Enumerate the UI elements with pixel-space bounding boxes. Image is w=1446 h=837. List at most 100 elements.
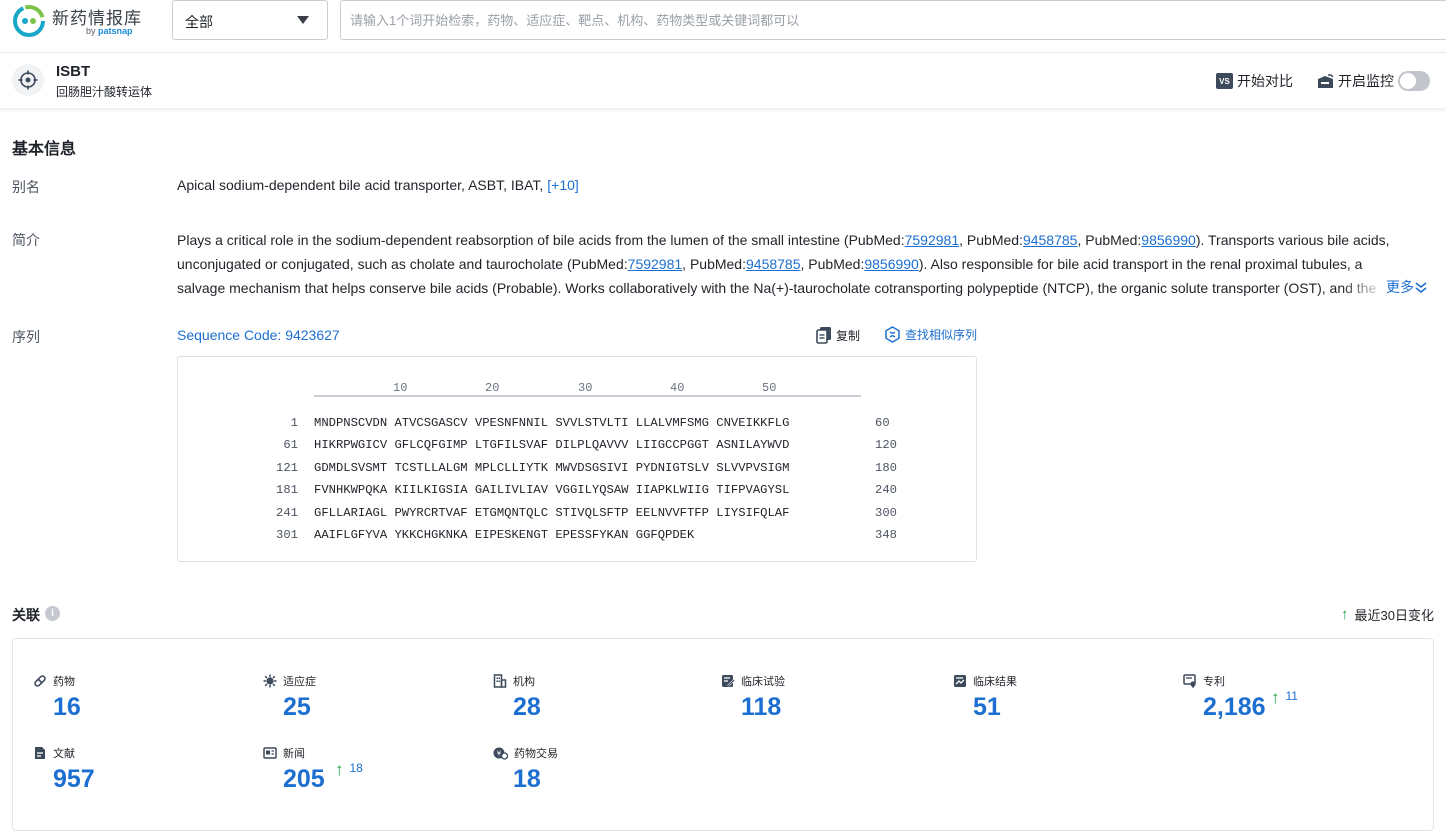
- brand-logo-icon: [13, 5, 45, 37]
- intro-more-label: 更多: [1386, 279, 1414, 295]
- monitor-toggle-switch[interactable]: [1398, 71, 1430, 91]
- clinical-result-icon: [954, 675, 966, 687]
- sequence-row-start: 61: [283, 438, 298, 452]
- stat-value: 205: [283, 765, 325, 793]
- sequence-row: 301 AAIFLGFYVA YKKCHGKNKA EIPESKENGT EPE…: [178, 528, 976, 548]
- sequence-row-start: 181: [276, 483, 298, 497]
- stat-value: 51: [973, 693, 1001, 721]
- pubmed-link[interactable]: 9458785: [1023, 232, 1078, 248]
- sequence-row-end: 300: [875, 506, 897, 520]
- stat-news[interactable]: 新闻 205 ↑ 18: [263, 745, 483, 807]
- target-name: ISBT: [56, 63, 91, 80]
- document-icon: [35, 747, 45, 759]
- sequence-ruler: [314, 395, 861, 397]
- top-bar: 新药情报库 by patsnap 全部: [0, 0, 1446, 52]
- sequence-row-end: 120: [875, 438, 897, 452]
- up-arrow-icon: ↑: [1341, 606, 1349, 623]
- enable-monitor-label: 开启监控: [1338, 73, 1394, 89]
- sequence-row: 241 GFLLARIAGL PWYRCRTVAF ETGMQNTQLC STI…: [178, 506, 976, 526]
- toggle-knob: [1400, 73, 1416, 89]
- pubmed-link[interactable]: 9856990: [864, 256, 919, 272]
- recent-30-days-label: 最近30日变化: [1354, 608, 1434, 623]
- find-similar-sequence-button[interactable]: 查找相似序列: [884, 326, 977, 343]
- monitor-bell-icon: [1318, 73, 1334, 88]
- stat-label: 适应症: [283, 676, 316, 688]
- stat-value: 25: [283, 693, 311, 721]
- copy-sequence-button[interactable]: 复制: [816, 326, 860, 344]
- sequence-row-residues: HIKRPWGICV GFLCQFGIMP LTGFILSVAF DILPLQA…: [314, 438, 790, 452]
- pubmed-link[interactable]: 9458785: [746, 256, 801, 272]
- search-input[interactable]: [340, 0, 1446, 40]
- sequence-row-end: 60: [875, 416, 890, 430]
- sequence-row-residues: GFLLARIAGL PWYRCRTVAF ETGMQNTQLC STIVQLS…: [314, 506, 790, 520]
- stat-delta-value: 18: [349, 761, 363, 775]
- pill-icon: [34, 675, 46, 687]
- intro-fade-overlay: [1340, 276, 1388, 300]
- stat-value: 957: [53, 765, 95, 793]
- stat-delta-value: 11: [1285, 689, 1298, 703]
- alias-value: Apical sodium-dependent bile acid transp…: [177, 177, 579, 193]
- alias-text: Apical sodium-dependent bile acid transp…: [177, 177, 544, 193]
- double-chevron-down-icon: [1415, 282, 1427, 294]
- sequence-row-end: 348: [875, 528, 897, 542]
- sequence-row: 121 GDMDLSVSMT TCSTLLALGM MPLCLLIYTK MWV…: [178, 461, 976, 481]
- stat-deal[interactable]: ¥ 药物交易 18: [493, 745, 713, 807]
- find-similar-label: 查找相似序列: [905, 328, 978, 342]
- brand-subtitle: by patsnap: [86, 26, 133, 36]
- stat-value: 118: [741, 693, 782, 721]
- intro-segment: , PubMed:: [682, 256, 746, 272]
- stat-value: 18: [513, 765, 541, 793]
- stat-organization[interactable]: 机构 28: [493, 673, 713, 735]
- target-chinese-name: 回肠胆汁酸转运体: [56, 85, 153, 99]
- stat-value: 2,186: [1203, 693, 1266, 721]
- sequence-row: 1 MNDPNSCVDN ATVCSGASCV VPESNFNNIL SVVLS…: [178, 416, 976, 436]
- pubmed-link[interactable]: 7592981: [905, 232, 960, 248]
- intro-segment: , PubMed:: [959, 232, 1023, 248]
- intro-segment: , PubMed:: [1077, 232, 1142, 248]
- sequence-code-link[interactable]: Sequence Code: 9423627: [177, 327, 340, 343]
- intro-more-button[interactable]: 更多: [1386, 277, 1428, 297]
- associations-panel: 药物 16 适应症 25 机构 28 临床试验 118 临床结果 51 专利 2…: [12, 638, 1434, 831]
- sequence-label: 序列: [12, 329, 40, 345]
- alias-label: 别名: [12, 179, 40, 195]
- stat-drug[interactable]: 药物 16: [33, 673, 253, 735]
- stat-patent[interactable]: 专利 2,186 ↑ 11: [1183, 673, 1403, 735]
- stat-clinical-trial[interactable]: 临床试验 118: [721, 673, 941, 735]
- start-compare-button[interactable]: VS 开始对比: [1216, 71, 1293, 91]
- sequence-row: 61 HIKRPWGICV GFLCQFGIMP LTGFILSVAF DILP…: [178, 438, 976, 458]
- ruler-tick: 10: [393, 381, 408, 395]
- search-scope-value: 全部: [185, 14, 213, 30]
- sequence-row-residues: MNDPNSCVDN ATVCSGASCV VPESNFNNIL SVVLSTV…: [314, 416, 790, 430]
- stat-value: 16: [53, 693, 81, 721]
- sequence-row-residues: GDMDLSVSMT TCSTLLALGM MPLCLLIYTK MWVDSGS…: [314, 461, 790, 475]
- sequence-row-start: 121: [276, 461, 298, 475]
- enable-monitor-button[interactable]: 开启监控: [1317, 71, 1394, 91]
- search-scope-select[interactable]: 全部: [172, 0, 328, 40]
- stat-label: 临床结果: [973, 676, 1017, 688]
- clinical-trial-icon: [722, 675, 735, 687]
- stat-clinical-result[interactable]: 临床结果 51: [953, 673, 1173, 735]
- stat-literature[interactable]: 文献 957: [33, 745, 253, 807]
- alias-more-link[interactable]: [+10]: [547, 177, 579, 193]
- pubmed-link[interactable]: 7592981: [628, 256, 683, 272]
- sequence-row-end: 180: [875, 461, 897, 475]
- ruler-tick: 20: [485, 381, 500, 395]
- pubmed-link[interactable]: 9856990: [1141, 232, 1196, 248]
- stat-delta: ↑ 11: [1271, 689, 1298, 707]
- brand-logo[interactable]: 新药情报库 by patsnap: [12, 4, 162, 40]
- intro-segment: , PubMed:: [800, 256, 865, 272]
- intro-label: 简介: [12, 232, 40, 248]
- stat-indication[interactable]: 适应症 25: [263, 673, 483, 735]
- building-icon: [493, 674, 507, 688]
- stat-label: 专利: [1203, 676, 1225, 688]
- intro-segment: Plays a critical role in the sodium-depe…: [177, 232, 905, 248]
- newspaper-icon: [263, 747, 277, 759]
- virus-icon: [263, 674, 277, 688]
- stat-label: 新闻: [283, 748, 305, 760]
- info-icon[interactable]: i: [45, 606, 60, 621]
- recent-30-days-legend: ↑ 最近30日变化: [1341, 605, 1434, 624]
- stat-delta: ↑ 18: [335, 761, 363, 779]
- start-compare-label: 开始对比: [1237, 73, 1293, 89]
- stat-label: 药物: [53, 676, 75, 688]
- sequence-row-start: 1: [290, 416, 298, 430]
